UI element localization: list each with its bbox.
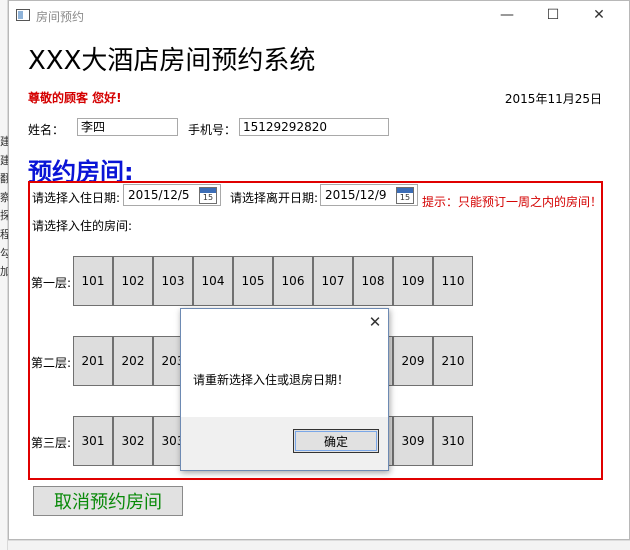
name-label: 姓名：	[28, 123, 65, 137]
room-button[interactable]: 109	[393, 256, 433, 306]
close-button[interactable]: ✕	[576, 1, 622, 29]
room-button[interactable]: 209	[393, 336, 433, 386]
floor-label: 第一层:	[31, 276, 72, 290]
dialog-message: 请重新选择入住或退房日期！	[193, 373, 350, 387]
checkout-date-value: 2015/12/9	[325, 188, 387, 202]
room-button[interactable]: 102	[113, 256, 153, 306]
calendar-icon[interactable]: 15	[199, 186, 217, 204]
background-char: 程	[0, 227, 8, 241]
background-window-text: 建 建 翻 察 探 程 勾 加	[0, 133, 8, 282]
background-char: 探	[0, 209, 8, 223]
cancel-booking-button[interactable]: 取消预约房间	[33, 486, 183, 516]
room-button[interactable]: 105	[233, 256, 273, 306]
room-button[interactable]: 107	[313, 256, 353, 306]
background-char: 翻	[0, 172, 8, 186]
background-char: 建	[0, 135, 8, 148]
room-button[interactable]: 201	[73, 336, 113, 386]
room-button[interactable]: 202	[113, 336, 153, 386]
message-dialog: ✕ 请重新选择入住或退房日期！ 确定	[180, 308, 389, 471]
room-button[interactable]: 310	[433, 416, 473, 466]
checkout-datepicker[interactable]: 2015/12/9 15	[320, 184, 418, 206]
room-button[interactable]: 301	[73, 416, 113, 466]
name-field[interactable]: 李四	[77, 118, 178, 136]
floor-label: 第二层:	[31, 356, 72, 370]
background-char: 建	[0, 153, 8, 167]
background-char: 勾	[0, 246, 8, 260]
room-button[interactable]: 210	[433, 336, 473, 386]
window-title: 房间预约	[36, 10, 85, 24]
room-button[interactable]: 104	[193, 256, 233, 306]
room-button[interactable]: 302	[113, 416, 153, 466]
room-button[interactable]: 101	[73, 256, 113, 306]
calendar-icon[interactable]: 15	[396, 186, 414, 204]
dialog-ok-button[interactable]: 确定	[293, 429, 379, 453]
checkin-label: 请选择入住日期:	[32, 191, 121, 205]
checkout-label: 请选择离开日期:	[230, 191, 319, 205]
maximize-button[interactable]: ☐	[530, 1, 576, 29]
background-char: 加	[0, 265, 8, 279]
room-button[interactable]: 309	[393, 416, 433, 466]
floor-label: 第三层:	[31, 436, 72, 450]
greeting-text: 尊敬的顾客 您好!	[28, 91, 122, 105]
room-button[interactable]: 106	[273, 256, 313, 306]
phone-field[interactable]: 15129292820	[239, 118, 389, 136]
rooms-label: 请选择入住的房间:	[32, 219, 133, 233]
checkin-datepicker[interactable]: 2015/12/5 15	[123, 184, 221, 206]
checkin-date-value: 2015/12/5	[128, 188, 190, 202]
minimize-button[interactable]: —	[484, 1, 530, 29]
dialog-close-button[interactable]: ✕	[367, 313, 383, 331]
room-button[interactable]: 103	[153, 256, 193, 306]
booking-hint: 提示：只能预订一周之内的房间！	[422, 195, 603, 209]
room-button[interactable]: 110	[433, 256, 473, 306]
app-title: XXX大酒店房间预约系统	[28, 46, 316, 76]
room-button[interactable]: 108	[353, 256, 393, 306]
background-char: 察	[0, 190, 8, 204]
phone-label: 手机号：	[188, 123, 237, 137]
app-window-icon	[16, 9, 30, 21]
current-date: 2015年11月25日	[504, 92, 602, 106]
background-window-bottom	[8, 540, 630, 550]
